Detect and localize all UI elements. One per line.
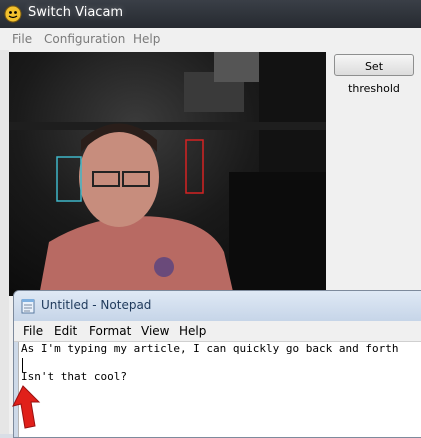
notepad-title-bar[interactable]: Untitled - Notepad (14, 291, 421, 321)
notepad-title: Untitled - Notepad (41, 298, 152, 312)
person-shirt (39, 216, 234, 296)
text-line-3: Isn't that cool? (21, 370, 127, 383)
dark-area (229, 172, 326, 296)
notepad-menu-format[interactable]: Format (89, 324, 131, 338)
shirt-logo (154, 257, 174, 277)
lamp-shade (214, 52, 259, 82)
tracking-box-right (185, 139, 204, 194)
notepad-icon (21, 299, 35, 314)
notepad-menu-bar: File Edit Format View Help (14, 321, 421, 342)
menu-configuration[interactable]: Configuration (44, 32, 125, 46)
annotation-arrow-icon (12, 385, 41, 429)
notepad-menu-file[interactable]: File (23, 324, 43, 338)
notepad-window: Untitled - Notepad File Edit Format View… (13, 290, 421, 438)
notepad-menu-help[interactable]: Help (179, 324, 206, 338)
webcam-preview[interactable] (9, 52, 326, 296)
tracking-box-left (56, 156, 82, 202)
notepad-menu-view[interactable]: View (141, 324, 169, 338)
viacam-app-icon (4, 5, 22, 23)
webcam-frame (9, 52, 326, 296)
menu-bar: File Configuration Help (0, 28, 421, 51)
set-threshold-button[interactable]: Set threshold (334, 54, 414, 95)
notepad-text-area[interactable]: As I'm typing my article, I can quickly … (18, 342, 421, 437)
window-title: Switch Viacam (28, 5, 124, 20)
window-edge (0, 50, 9, 434)
text-line-1: As I'm typing my article, I can quickly … (21, 342, 399, 355)
menu-file[interactable]: File (12, 32, 32, 46)
title-bar[interactable]: Switch Viacam (0, 0, 421, 28)
table-edge (9, 122, 326, 130)
notepad-menu-edit[interactable]: Edit (54, 324, 77, 338)
menu-help[interactable]: Help (133, 32, 160, 46)
